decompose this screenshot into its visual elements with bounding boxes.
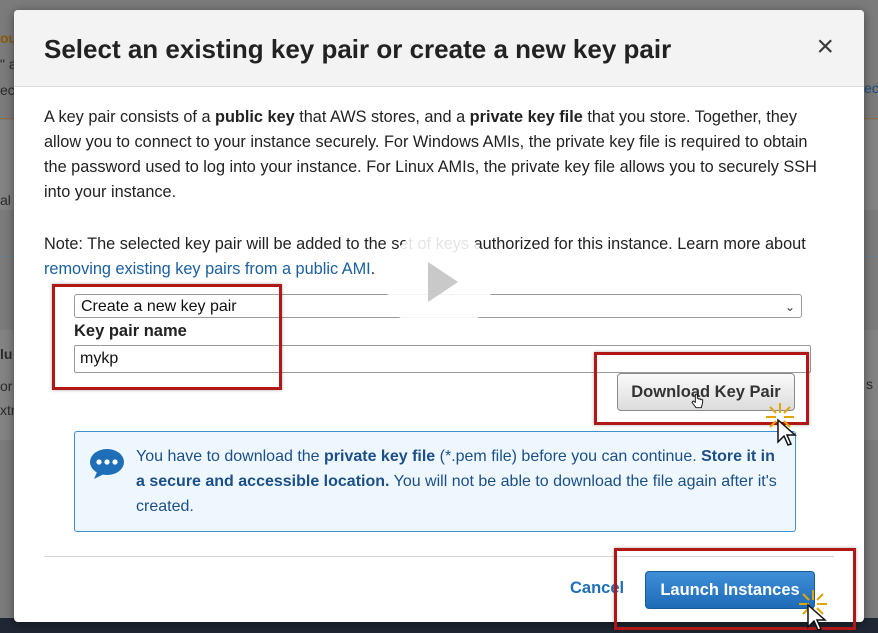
background-text: or (0, 378, 13, 394)
intro-text: that AWS stores, and a (294, 108, 470, 126)
play-icon (428, 262, 458, 302)
background-text: s (866, 376, 873, 392)
intro-text: A key pair consists of a (44, 108, 216, 126)
background-text: ec (864, 80, 878, 96)
info-text: (*.pem file) before you can continue. (435, 448, 702, 465)
intro-bold: private key file (469, 108, 583, 126)
background-text: lu (0, 346, 13, 362)
intro-bold: public key (215, 108, 295, 126)
modal-header: Select an existing key pair or create a … (14, 10, 864, 87)
video-play-button[interactable] (386, 229, 492, 335)
chevron-down-icon: ⌄ (784, 300, 795, 314)
note-end: . (370, 260, 376, 278)
info-bold: private key file (324, 448, 436, 465)
info-alert: You have to download the private key fil… (74, 431, 796, 532)
hand-pointer-cursor-icon (691, 393, 704, 409)
chat-bubble-icon (90, 449, 124, 479)
background-text: al (0, 192, 11, 208)
pointer-cursor-icon (777, 418, 797, 446)
info-message: You have to download the private key fil… (136, 444, 786, 519)
pointer-cursor-icon (807, 603, 827, 631)
remove-key-pairs-link[interactable]: removing existing key pairs from a publi… (44, 260, 371, 278)
close-icon[interactable]: × (816, 32, 834, 62)
highlight-box-key-pair (52, 284, 282, 390)
info-text: You have to download the (136, 448, 325, 465)
modal-title: Select an existing key pair or create a … (44, 34, 672, 64)
intro-paragraph: A key pair consists of a public key that… (44, 105, 834, 205)
